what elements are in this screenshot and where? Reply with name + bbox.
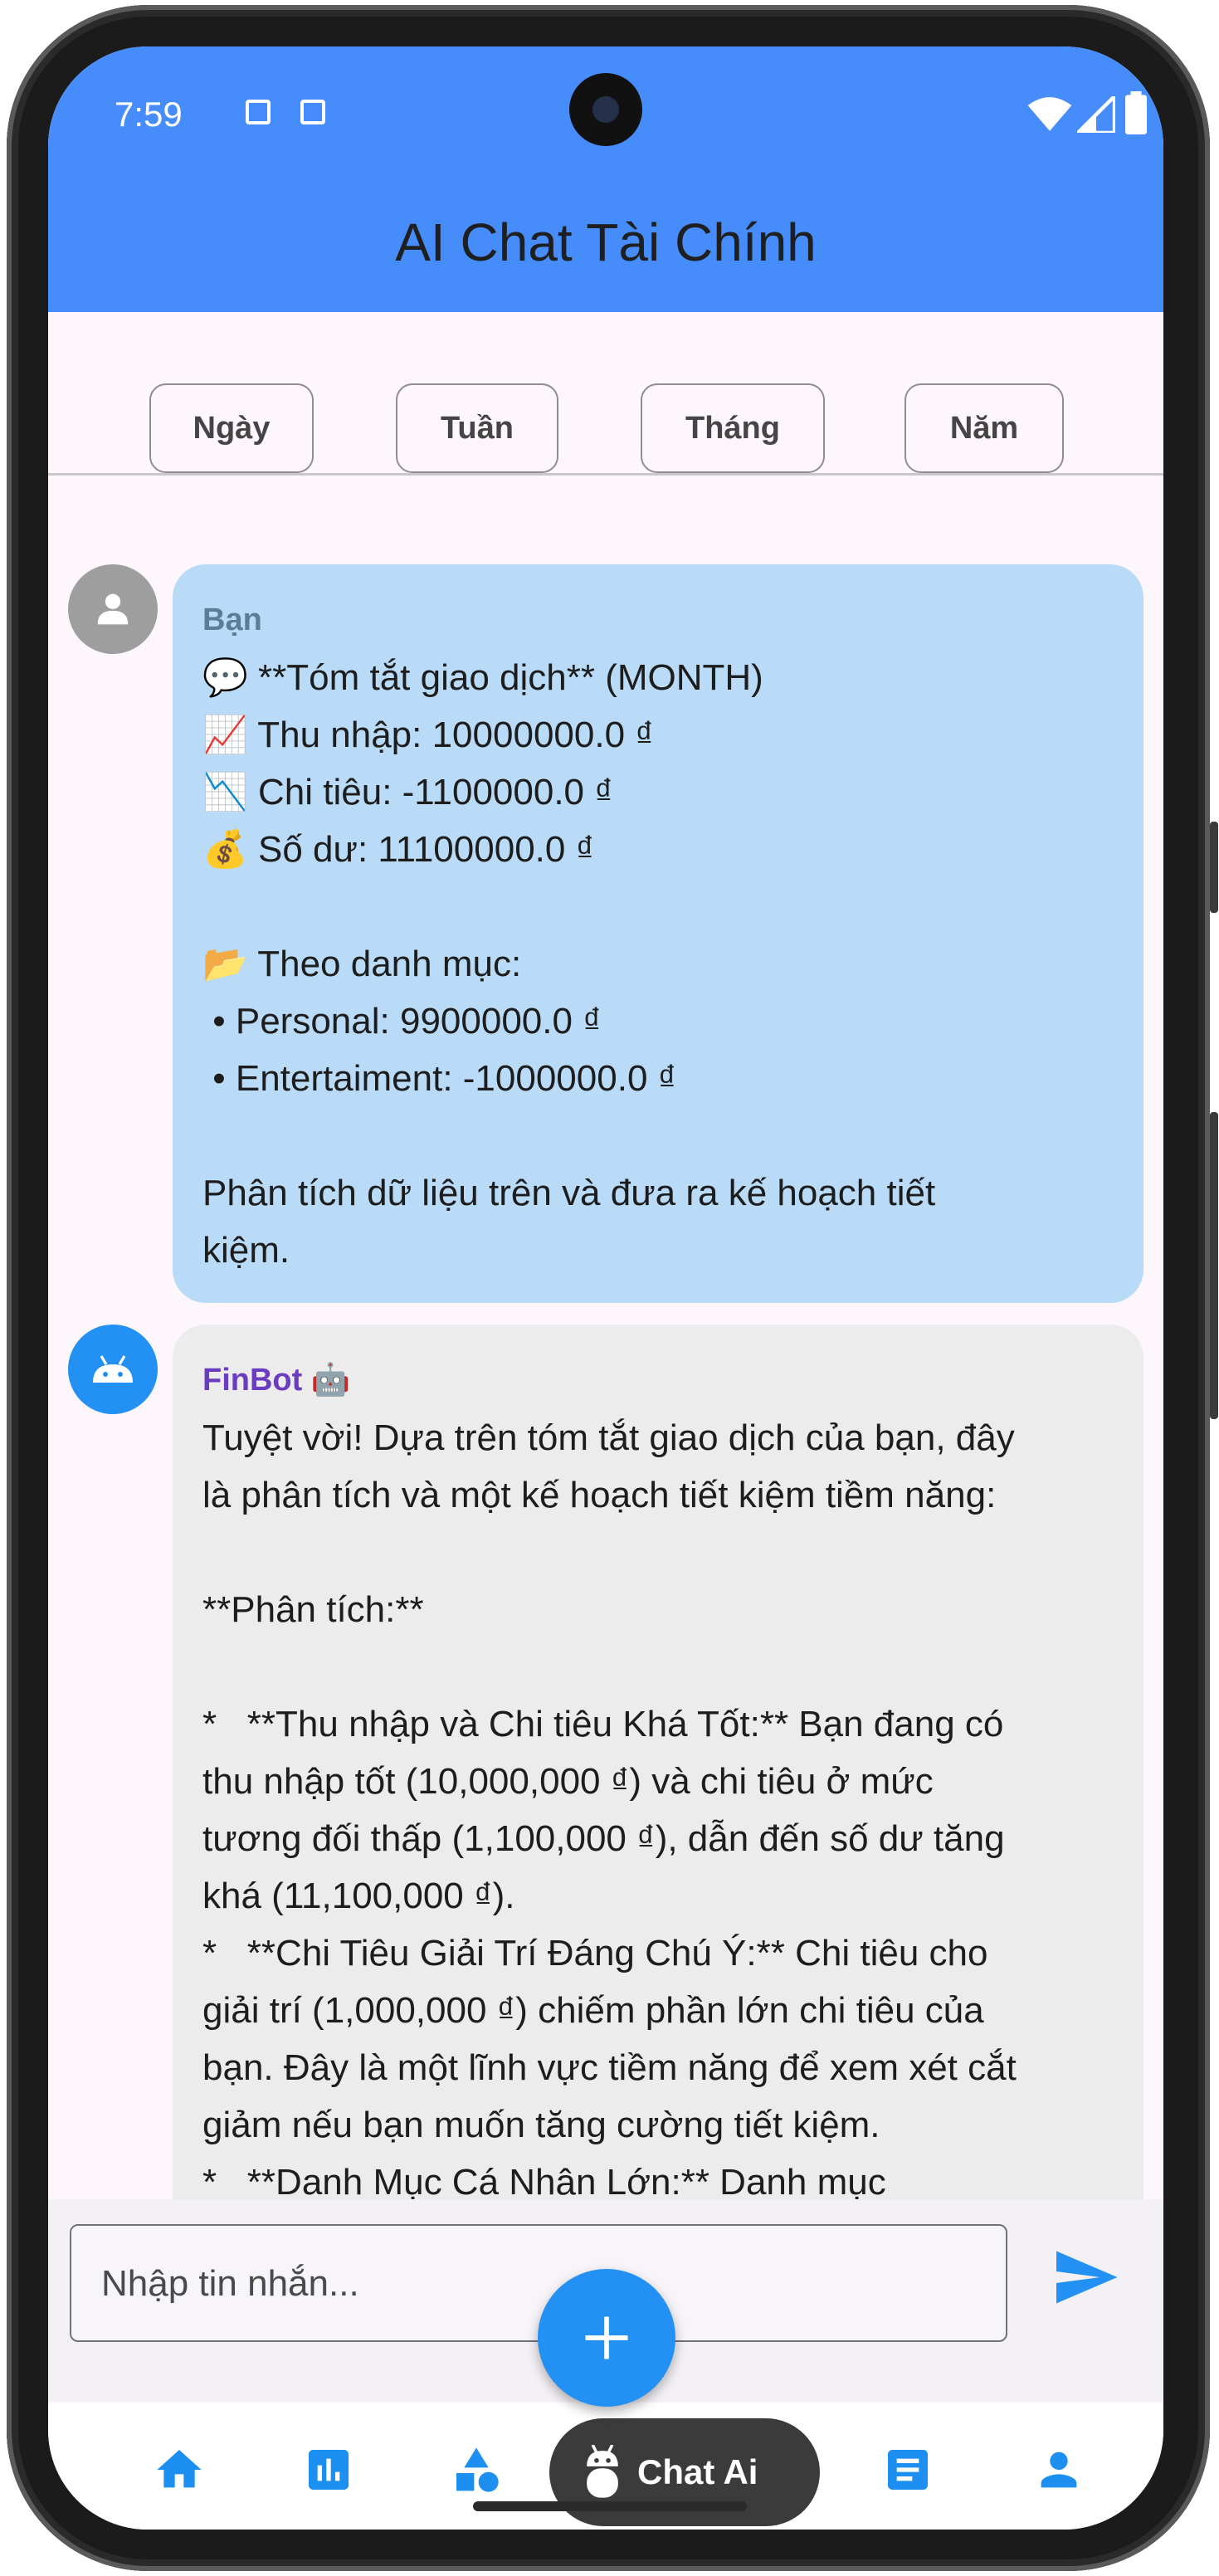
chat-ai-label: Chat Ai <box>637 2452 758 2491</box>
filter-month-button[interactable]: Tháng <box>641 383 825 473</box>
home-indicator[interactable] <box>473 2501 747 2511</box>
notification-icon <box>246 100 271 124</box>
power-button <box>1210 822 1218 913</box>
phone-frame: 7:59 AI Chat Tài Chính Ngày Tuần Tháng N… <box>0 0 1219 2576</box>
page-title: AI Chat Tài Chính <box>395 212 817 272</box>
message-text: Tuyệt vời! Dựa trên tóm tắt giao dịch củ… <box>202 1417 1017 2246</box>
bot-avatar <box>68 1325 158 1414</box>
person-icon[interactable] <box>1032 2443 1085 2496</box>
notification-icon <box>300 100 325 124</box>
shapes-icon[interactable] <box>450 2443 503 2496</box>
android-icon <box>587 2445 618 2498</box>
period-filter-bar: Ngày Tuần Tháng Năm <box>48 312 1163 476</box>
message-sender: FinBot 🤖 <box>202 1363 351 1398</box>
app-bar: 7:59 AI Chat Tài Chính <box>48 46 1163 312</box>
plus-icon <box>585 2316 628 2359</box>
chat-messages[interactable]: Bạn 💬 **Tóm tắt giao dịch** (MONTH) 📈 Th… <box>48 520 1163 2246</box>
volume-button <box>1210 1112 1218 1419</box>
message-sender: Bạn <box>202 603 262 637</box>
message-input[interactable] <box>100 2226 933 2342</box>
battery-icon <box>1125 91 1147 134</box>
filter-day-button[interactable]: Ngày <box>149 383 314 473</box>
chart-icon[interactable] <box>302 2443 355 2496</box>
filter-year-button[interactable]: Năm <box>904 383 1064 473</box>
document-icon[interactable] <box>881 2443 934 2496</box>
add-button[interactable] <box>538 2269 675 2407</box>
home-icon[interactable] <box>153 2443 206 2496</box>
front-camera <box>569 73 642 146</box>
filter-week-button[interactable]: Tuần <box>396 383 558 473</box>
signal-icon <box>1077 96 1115 133</box>
person-icon <box>97 593 129 625</box>
message-text: 💬 **Tóm tắt giao dịch** (MONTH) 📈 Thu nh… <box>202 657 936 1271</box>
send-icon[interactable] <box>1051 2242 1120 2312</box>
screen: 7:59 AI Chat Tài Chính Ngày Tuần Tháng N… <box>48 46 1163 2530</box>
bot-message-bubble: FinBot 🤖 Tuyệt vời! Dựa trên tóm tắt gia… <box>173 1325 1143 2246</box>
wifi-icon <box>1027 97 1072 131</box>
user-message-bubble: Bạn 💬 **Tóm tắt giao dịch** (MONTH) 📈 Th… <box>173 564 1143 1303</box>
status-time: 7:59 <box>115 95 183 134</box>
android-icon <box>93 1355 133 1383</box>
user-avatar <box>68 564 158 654</box>
